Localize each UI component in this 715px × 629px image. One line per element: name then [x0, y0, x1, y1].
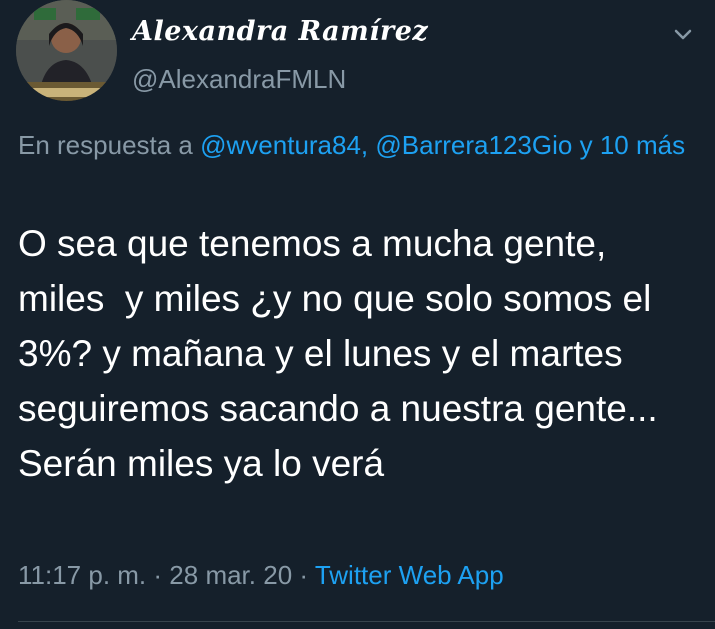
- more-mentions-link[interactable]: 10 más: [600, 130, 685, 160]
- tweet-meta: 11:17 p. m. · 28 mar. 20 · Twitter Web A…: [18, 560, 504, 591]
- tweet-date[interactable]: 28 mar. 20: [169, 560, 292, 590]
- tweet-text: O sea que tenemos a mucha gente, miles y…: [18, 223, 668, 484]
- separator: ·: [299, 560, 309, 590]
- profile-photo-icon: [16, 0, 117, 101]
- reply-connector[interactable]: y: [580, 130, 593, 160]
- chevron-down-icon[interactable]: [668, 22, 698, 48]
- tweet-source-link[interactable]: Twitter Web App: [315, 560, 504, 590]
- separator: ·: [153, 560, 163, 590]
- tweet: Alexandra Ramírez @AlexandraFMLN En resp…: [0, 0, 715, 629]
- author-display-name[interactable]: Alexandra Ramírez: [132, 16, 428, 47]
- reply-prefix: En respuesta a: [18, 130, 193, 160]
- avatar[interactable]: [16, 0, 117, 101]
- author-handle[interactable]: @AlexandraFMLN: [132, 64, 346, 95]
- mention-link[interactable]: @wventura84,: [200, 130, 368, 160]
- mention-link[interactable]: @Barrera123Gio: [375, 130, 572, 160]
- tweet-time[interactable]: 11:17 p. m.: [18, 560, 146, 590]
- divider: [18, 621, 715, 622]
- reply-context: En respuesta a @wventura84, @Barrera123G…: [18, 125, 698, 165]
